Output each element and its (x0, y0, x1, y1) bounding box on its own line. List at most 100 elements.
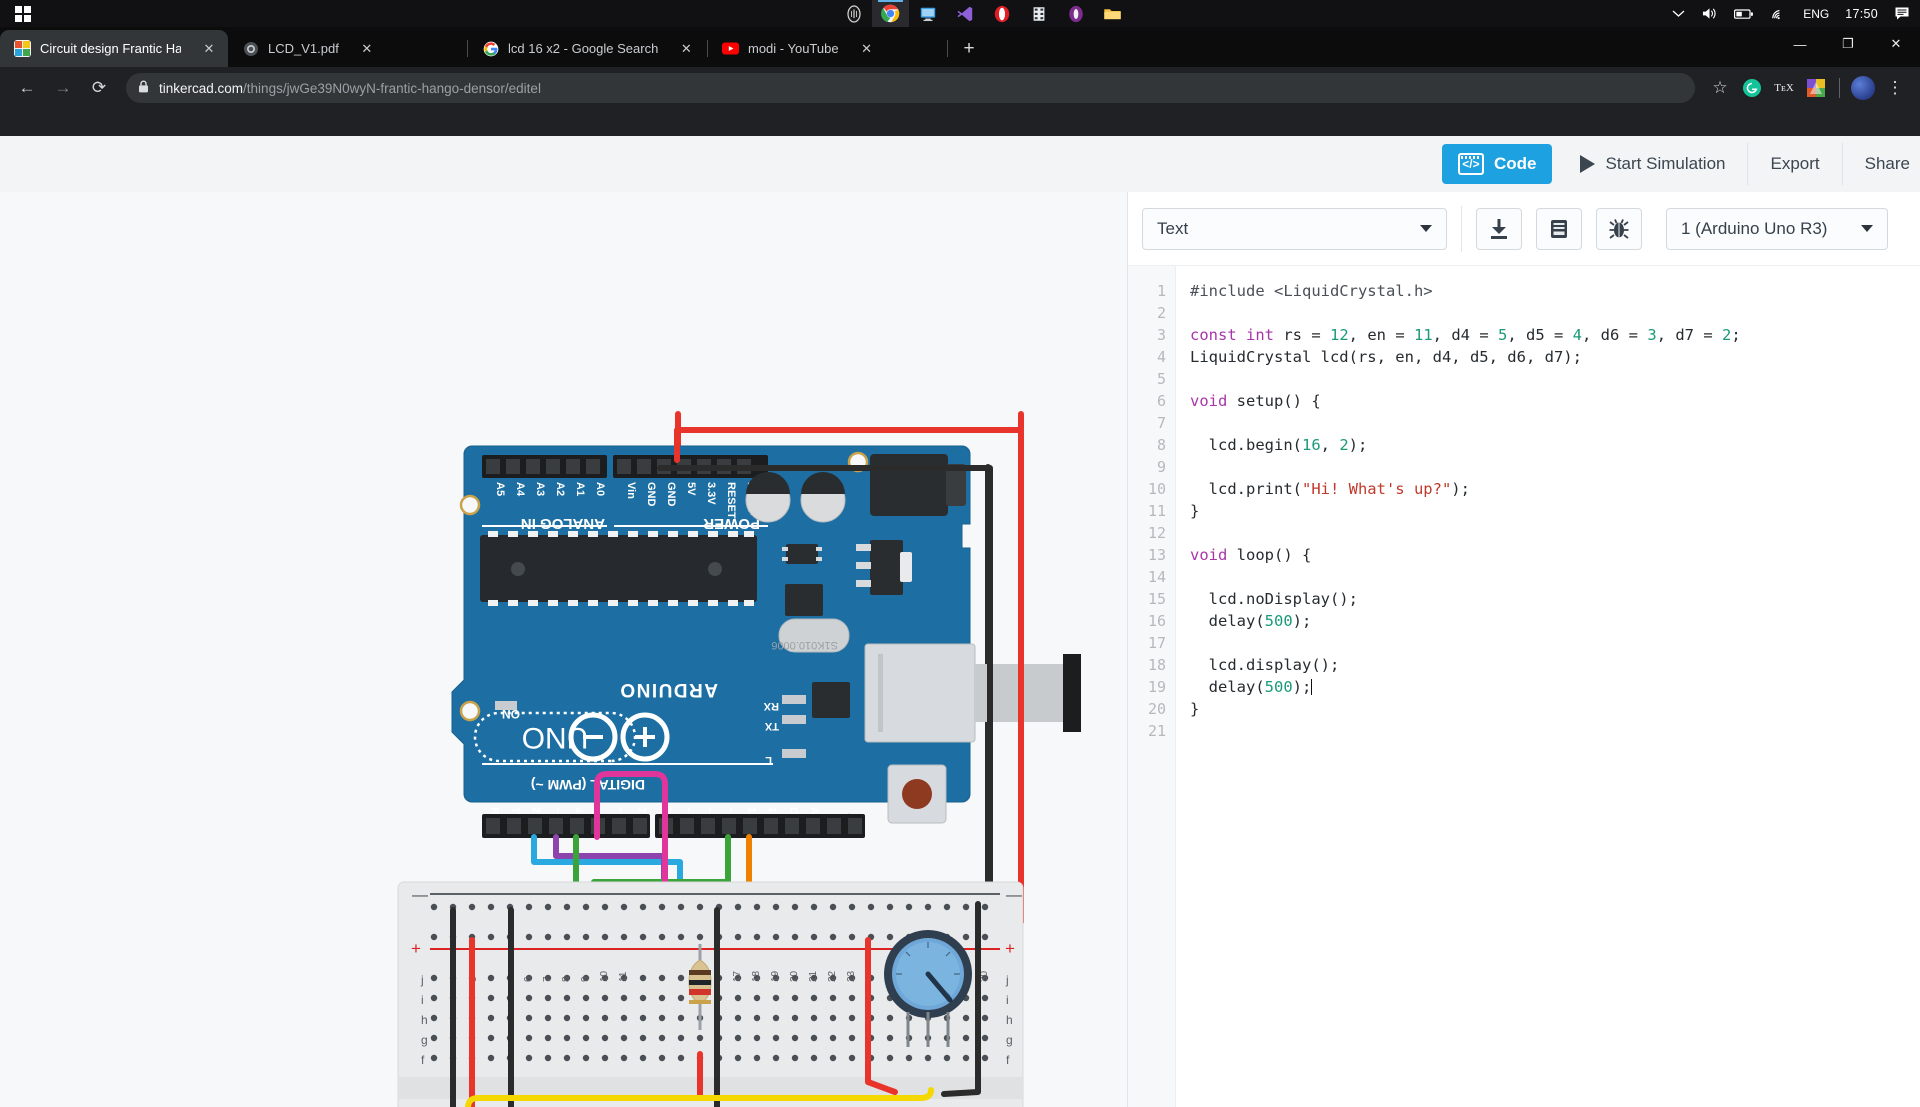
browser-tab-youtube[interactable]: modi - YouTube ✕ (708, 30, 948, 67)
code-editor[interactable]: 1 2 3 4 5 6 7 8 9 10 11 12 13 14 15 16 1… (1128, 266, 1920, 1107)
rail-minus-label-right: — (1006, 887, 1022, 904)
window-maximize-button[interactable]: ❐ (1824, 27, 1872, 61)
avatar[interactable] (1848, 73, 1878, 103)
chrome-menu-button[interactable]: ⋮ (1880, 73, 1910, 103)
taskbar-unreal-engine-icon[interactable] (835, 0, 872, 27)
bug-icon (1609, 218, 1629, 239)
grammarly-extension-icon[interactable] (1737, 73, 1767, 103)
start-simulation-button[interactable]: Start Simulation (1562, 144, 1743, 184)
tab-close-button[interactable]: ✕ (677, 40, 695, 58)
code-button[interactable]: </> Code (1441, 144, 1553, 184)
lock-icon (138, 80, 149, 96)
taskbar-opera-icon[interactable] (983, 0, 1020, 27)
rail-plus-label-left: + (411, 939, 421, 958)
svg-text:18: 18 (751, 970, 762, 982)
taskbar-visual-studio-code-icon[interactable] (946, 0, 983, 27)
svg-text:8: 8 (561, 976, 572, 982)
tray-volume-icon[interactable] (1693, 0, 1726, 27)
debugger-button[interactable] (1596, 207, 1642, 250)
svg-text:A5: A5 (494, 482, 506, 496)
address-bar[interactable]: tinkercad.com/things/jwGe39N0wyN-frantic… (126, 73, 1695, 103)
svg-text:17: 17 (732, 970, 743, 982)
code-line: #include <LiquidCrystal.h> (1190, 282, 1433, 300)
line-number: 9 (1156, 458, 1166, 476)
tray-clock[interactable]: 17:50 (1837, 0, 1886, 27)
svg-text:19: 19 (770, 970, 781, 982)
export-label: Export (1770, 154, 1820, 173)
tray-wifi-icon[interactable] (1762, 0, 1795, 27)
browser-tab-tinkercad[interactable]: Circuit design Frantic Hango-Den ✕ (0, 30, 228, 67)
download-code-button[interactable] (1476, 207, 1522, 250)
active-app-indicator (878, 0, 903, 2)
svg-text:h: h (1006, 1013, 1013, 1027)
tray-battery-icon[interactable] (1726, 0, 1762, 27)
taskbar-film-strip-icon[interactable] (1020, 0, 1057, 27)
youtube-icon (722, 40, 739, 57)
serial-monitor-button[interactable] (1536, 207, 1582, 250)
svg-text:A2: A2 (554, 482, 566, 496)
line-number: 1 (1156, 282, 1166, 300)
tray-language-indicator[interactable]: ENG (1795, 0, 1837, 27)
browser-tab-title: lcd 16 x2 - Google Search (508, 41, 659, 56)
line-number: 17 (1147, 634, 1166, 652)
code-line: LiquidCrystal lcd(rs, en, d4, d5, d6, d7… (1190, 348, 1582, 366)
circuit-canvas[interactable]: A5 A4 A3 A2 A1 A0 Vin GND GND 5V 3.3V RE… (0, 192, 1127, 1107)
line-number: 11 (1147, 502, 1166, 520)
new-tab-button[interactable]: + (954, 34, 984, 64)
google-glyph (483, 41, 498, 56)
forward-button[interactable]: → (46, 71, 80, 105)
export-button[interactable]: Export (1752, 144, 1837, 184)
code-line: delay(500); (1190, 612, 1312, 630)
share-button[interactable]: Share (1847, 144, 1920, 184)
line-number: 14 (1147, 568, 1166, 586)
board-select-value: 1 (Arduino Uno R3) (1681, 218, 1828, 238)
back-button[interactable]: ← (10, 71, 44, 105)
svg-text:i: i (1006, 993, 1009, 1007)
svg-text:5V: 5V (685, 482, 697, 496)
svg-text:10: 10 (599, 970, 610, 982)
line-number: 12 (1147, 524, 1166, 542)
colorful-extension-icon[interactable] (1801, 73, 1831, 103)
line-number: 2 (1156, 304, 1166, 322)
tab-close-button[interactable]: ✕ (358, 40, 376, 58)
taskbar-app-purple-icon[interactable] (1057, 0, 1094, 27)
tab-close-button[interactable]: ✕ (200, 40, 218, 58)
svg-text:22: 22 (827, 970, 838, 982)
tray-action-center-icon[interactable] (1886, 0, 1920, 27)
svg-text:6: 6 (523, 976, 534, 982)
tab-separator (947, 40, 948, 57)
bookmark-star-icon[interactable]: ☆ (1705, 73, 1735, 103)
browser-tab-pdf[interactable]: LCD_V1.pdf ✕ (228, 30, 468, 67)
reload-button[interactable]: ⟳ (82, 71, 116, 105)
code-text[interactable]: #include <LiquidCrystal.h> const int rs … (1176, 266, 1920, 1107)
taskbar-remote-desktop-icon[interactable] (909, 0, 946, 27)
window-minimize-button[interactable]: — (1776, 27, 1824, 61)
start-button[interactable] (0, 0, 46, 27)
tab-close-button[interactable]: ✕ (858, 40, 876, 58)
taskbar-file-explorer-icon[interactable] (1094, 0, 1131, 27)
line-number: 13 (1147, 546, 1166, 564)
analog-in-label: ANALOG IN (521, 515, 605, 532)
rail-plus-label-right: + (1005, 939, 1015, 958)
line-number: 15 (1147, 590, 1166, 608)
line-number: 21 (1147, 722, 1166, 740)
tray-chevron-up-icon[interactable] (1664, 0, 1693, 27)
tinkercad-toolbar: </> Code Start Simulation Export Share (0, 136, 1920, 192)
svg-text:j: j (1005, 973, 1009, 987)
toolbar-divider (1841, 143, 1843, 185)
code-line: void loop() { (1190, 546, 1312, 564)
board-select[interactable]: 1 (Arduino Uno R3) (1666, 207, 1888, 250)
text-cursor (1311, 679, 1313, 695)
code-mode-select[interactable]: Text (1142, 207, 1447, 250)
pdf-glyph (243, 41, 258, 56)
taskbar-chrome-icon[interactable] (872, 0, 909, 27)
youtube-glyph (722, 42, 739, 55)
tinkercad-icon (14, 40, 31, 57)
window-close-button[interactable]: ✕ (1872, 27, 1920, 61)
tex-extension-icon[interactable]: TᴇX (1769, 73, 1799, 103)
unreal-engine-glyph (846, 4, 861, 23)
browser-tab-google-search[interactable]: lcd 16 x2 - Google Search ✕ (468, 30, 708, 67)
window-controls: — ❐ ✕ (1776, 27, 1920, 61)
